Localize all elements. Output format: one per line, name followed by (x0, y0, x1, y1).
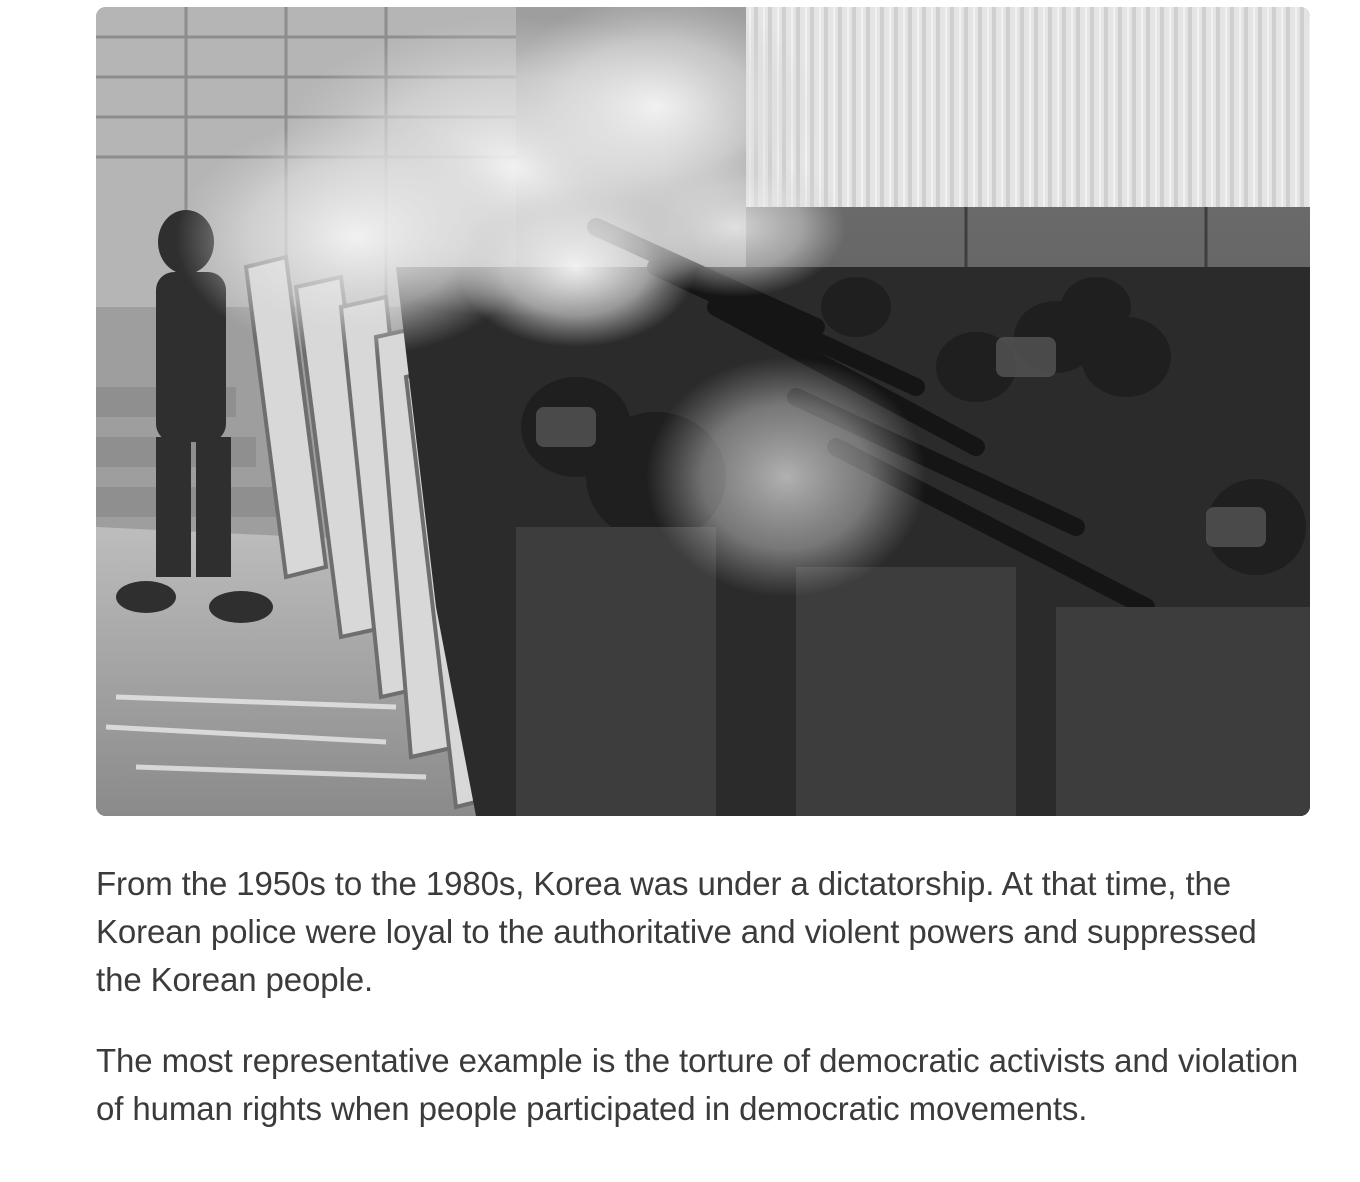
riot-police-photo-illustration (96, 7, 1310, 816)
article-body: From the 1950s to the 1980s, Korea was u… (96, 7, 1310, 1133)
article-photo (96, 7, 1310, 816)
paragraph-dictatorship-history: From the 1950s to the 1980s, Korea was u… (96, 865, 1257, 998)
paragraph-human-rights-violations: The most representative example is the t… (96, 1042, 1299, 1127)
